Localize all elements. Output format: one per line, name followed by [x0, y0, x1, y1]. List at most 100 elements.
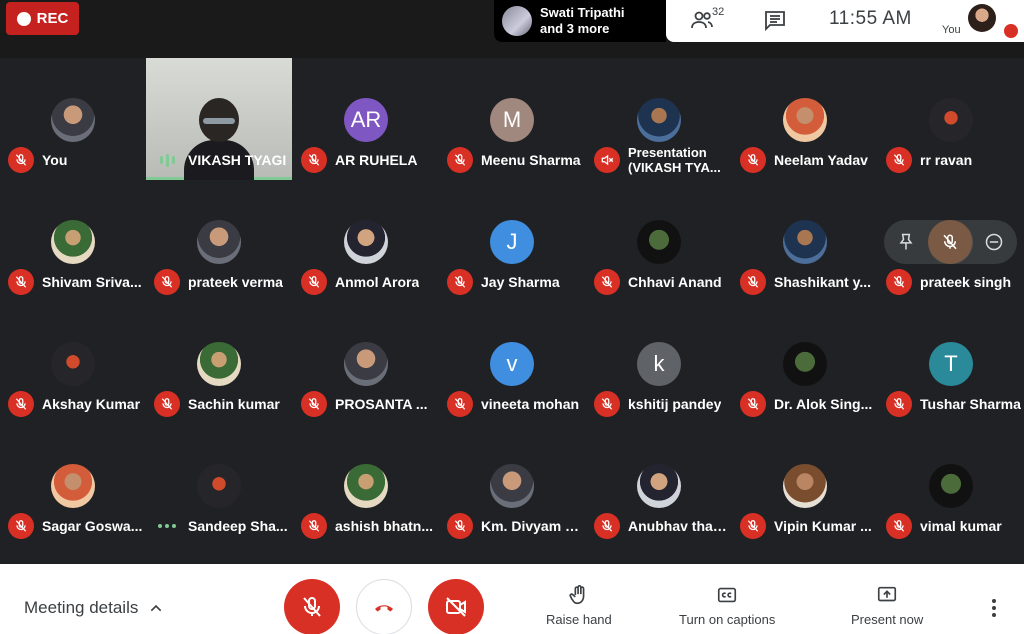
presenter-avatar: [502, 6, 532, 36]
participant-tile[interactable]: Chhavi Anand: [586, 180, 732, 302]
hang-up-icon: [375, 605, 393, 612]
participant-avatar: [51, 98, 95, 142]
participant-tile[interactable]: J Jay Sharma: [439, 180, 585, 302]
leave-call-button[interactable]: [356, 579, 412, 634]
remove-participant-icon[interactable]: [984, 232, 1004, 252]
participant-avatar: M: [490, 98, 534, 142]
self-view-chip[interactable]: You: [938, 0, 1024, 42]
mute-participant-button[interactable]: [928, 220, 972, 264]
participant-name: Chhavi Anand: [628, 274, 722, 290]
participant-tile[interactable]: Vipin Kumar ...: [732, 424, 878, 546]
recording-badge[interactable]: REC: [6, 2, 79, 35]
present-screen-icon: [878, 586, 897, 602]
participant-name: Jay Sharma: [481, 274, 560, 290]
participant-name: VIKASH TYAGI: [188, 152, 287, 168]
participant-avatar: [344, 220, 388, 264]
participant-tile[interactable]: v vineeta mohan: [439, 302, 585, 424]
captions-button[interactable]: Turn on captions: [679, 584, 775, 627]
participant-tile[interactable]: vimal kumar: [878, 424, 1024, 546]
mic-off-icon: [740, 147, 766, 173]
participant-name: Km. Divyam S...: [481, 518, 583, 534]
audio-level-icon: [154, 147, 180, 173]
pin-icon[interactable]: [896, 232, 916, 252]
mic-off-icon: [8, 513, 34, 539]
participant-tile[interactable]: Shivam Sriva...: [0, 180, 146, 302]
participant-avatar: [783, 98, 827, 142]
participant-tile[interactable]: Shashikant y...: [732, 180, 878, 302]
participant-avatar: [51, 342, 95, 386]
participant-avatar: [783, 342, 827, 386]
participant-tile[interactable]: Anubhav thak...: [586, 424, 732, 546]
people-button[interactable]: 32: [690, 6, 730, 34]
mic-off-icon: [447, 147, 473, 173]
participant-avatar: [783, 220, 827, 264]
participant-name: Anubhav thak...: [628, 518, 730, 534]
mic-off-icon: [886, 391, 912, 417]
microphone-toggle-button[interactable]: [284, 579, 340, 634]
participant-avatar: [197, 342, 241, 386]
raise-hand-button[interactable]: Raise hand: [546, 584, 612, 627]
presenter-name: Swati Tripathi: [540, 5, 625, 20]
participant-name: Sachin kumar: [188, 396, 280, 412]
chat-icon: [765, 11, 785, 32]
participant-tile[interactable]: Km. Divyam S...: [439, 424, 585, 546]
meeting-details-button[interactable]: Meeting details: [24, 598, 164, 618]
presenter-chip[interactable]: Swati Tripathi and 3 more: [494, 0, 666, 42]
tile-hover-controls: [884, 220, 1017, 264]
participant-tile[interactable]: M Meenu Sharma: [439, 58, 585, 180]
meeting-clock: 11:55 AM: [829, 8, 912, 29]
participant-name: Akshay Kumar: [42, 396, 141, 412]
participant-tile[interactable]: T Tushar Sharma: [878, 302, 1024, 424]
participant-tile[interactable]: Sagar Goswa...: [0, 424, 146, 546]
participant-tile[interactable]: AR AR RUHELA: [293, 58, 439, 180]
participant-name: Shashikant y...: [774, 274, 871, 290]
rec-label: REC: [36, 10, 69, 27]
chat-button[interactable]: [763, 8, 787, 32]
top-bar: REC Swati Tripathi and 3 more 32 11:55 A…: [0, 0, 1024, 58]
mic-off-icon: [8, 391, 34, 417]
people-count: 32: [712, 6, 725, 18]
mic-off-icon: [447, 269, 473, 295]
participant-tile[interactable]: You: [0, 58, 146, 180]
participant-tile[interactable]: VIKASH TYAGI: [146, 58, 292, 180]
mic-off-icon: [303, 597, 321, 617]
present-now-button[interactable]: Present now: [851, 584, 923, 627]
participant-avatar: [783, 464, 827, 508]
mic-off-icon: [8, 147, 34, 173]
participant-avatar: T: [929, 342, 973, 386]
mic-off-icon: [594, 269, 620, 295]
participant-tile[interactable]: Sachin kumar: [146, 302, 292, 424]
participant-name: PROSANTA ...: [335, 396, 428, 412]
more-vert-icon: [992, 599, 996, 603]
participant-tile[interactable]: Sandeep Sha...: [146, 424, 292, 546]
participant-avatar: [929, 464, 973, 508]
participant-avatar: J: [490, 220, 534, 264]
mic-off-icon: [447, 513, 473, 539]
participant-tile[interactable]: Dr. Alok Sing...: [732, 302, 878, 424]
presenter-others: and 3 more: [540, 21, 610, 36]
participant-tile[interactable]: k kshitij pandey: [586, 302, 732, 424]
participant-tile[interactable]: prateek verma: [146, 180, 292, 302]
participant-name: rr ravan: [920, 152, 973, 168]
participant-name: Dr. Alok Sing...: [774, 396, 873, 412]
participant-tile[interactable]: rr ravan: [878, 58, 1024, 180]
participant-name: prateek singh: [920, 274, 1012, 290]
mic-off-icon: [886, 513, 912, 539]
participant-avatar: [490, 464, 534, 508]
participant-tile[interactable]: Akshay Kumar: [0, 302, 146, 424]
mic-off-icon: [740, 513, 766, 539]
bottom-bar: Meeting details Raise hand Turn on capti…: [0, 564, 1024, 634]
more-options-button[interactable]: [982, 596, 1006, 620]
participant-tile[interactable]: Presentation (VIKASH TYA...: [586, 58, 732, 180]
participant-tile[interactable]: PROSANTA ...: [293, 302, 439, 424]
participant-tile[interactable]: Neelam Yadav: [732, 58, 878, 180]
participant-tile[interactable]: ashish bhatn...: [293, 424, 439, 546]
hand-icon: [569, 585, 585, 605]
participant-name: Meenu Sharma: [481, 152, 581, 168]
mic-off-icon: [886, 147, 912, 173]
participant-avatar: [637, 98, 681, 142]
participant-tile[interactable]: Anmol Arora: [293, 180, 439, 302]
camera-toggle-button[interactable]: [428, 579, 484, 634]
participant-avatar: [51, 464, 95, 508]
participant-grid: You VIKASH TYAGI AR AR RUHELA M Meenu Sharma P…: [0, 58, 1024, 564]
